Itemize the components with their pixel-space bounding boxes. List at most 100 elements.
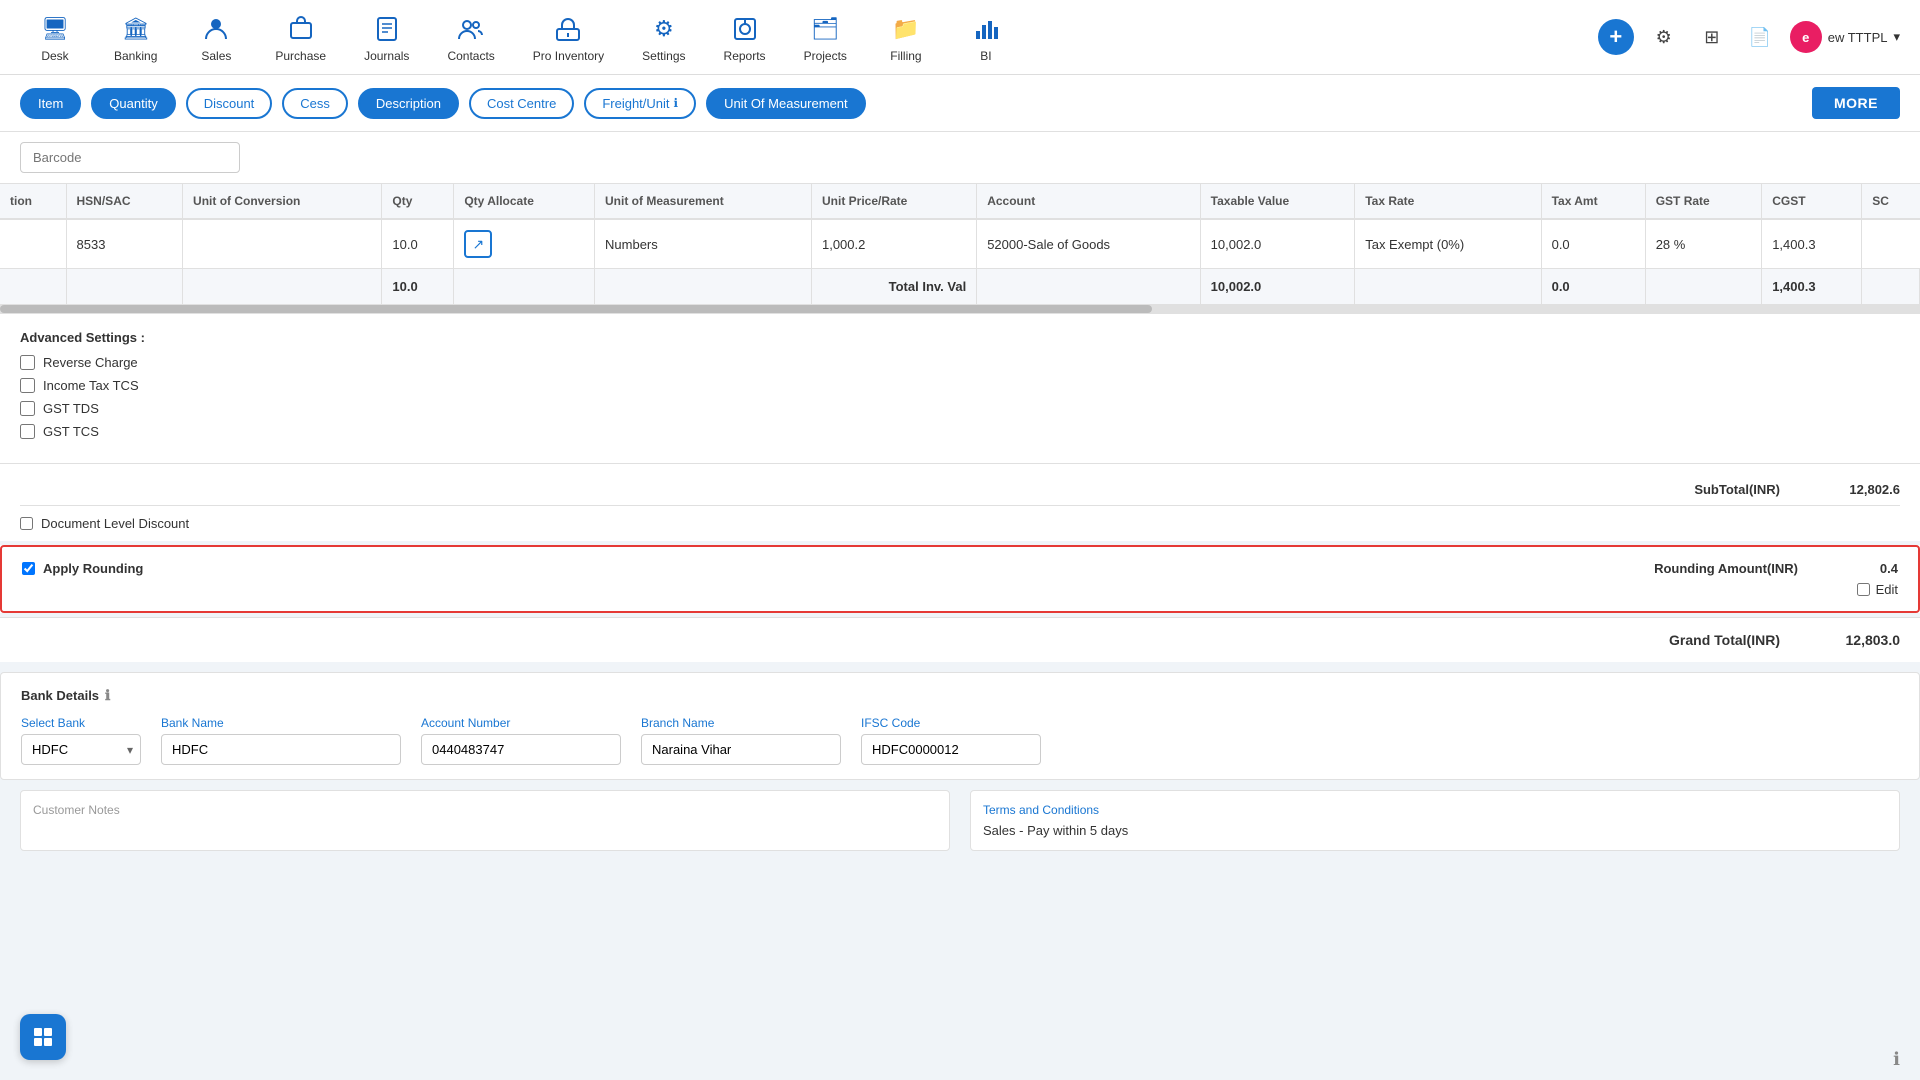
qty-allocate-link-button[interactable]: ↗ xyxy=(464,230,492,258)
tab-cess[interactable]: Cess xyxy=(282,88,348,119)
tab-description[interactable]: Description xyxy=(358,88,459,119)
total-taxable-value: 10,002.0 xyxy=(1200,269,1355,305)
doc-discount-checkbox[interactable] xyxy=(20,517,33,530)
cell-sc xyxy=(1862,219,1920,269)
income-tax-tcs-checkbox[interactable] xyxy=(20,378,35,393)
rounding-right: Rounding Amount(INR) 0.4 Edit xyxy=(1654,561,1898,597)
gst-tcs-row: GST TCS xyxy=(20,424,1900,439)
sidebar-item-desk[interactable]: 🖥 Desk xyxy=(20,3,90,71)
projects-label: Projects xyxy=(804,49,847,63)
total-label: Total Inv. Val xyxy=(811,269,976,305)
chevron-down-icon: ▾ xyxy=(1893,29,1900,45)
banking-label: Banking xyxy=(114,49,157,63)
more-button[interactable]: MORE xyxy=(1812,87,1900,119)
total-hsn xyxy=(66,269,183,305)
gst-tds-row: GST TDS xyxy=(20,401,1900,416)
edit-label: Edit xyxy=(1876,582,1898,597)
avatar: e xyxy=(1790,21,1822,53)
tab-quantity[interactable]: Quantity xyxy=(91,88,175,119)
col-tax-amt: Tax Amt xyxy=(1541,184,1645,219)
total-cgst: 1,400.3 xyxy=(1762,269,1862,305)
sidebar-item-banking[interactable]: 🏛 Banking xyxy=(100,3,171,71)
reverse-charge-row: Reverse Charge xyxy=(20,355,1900,370)
sidebar-item-filling[interactable]: 📁 Filling xyxy=(871,3,941,71)
bank-details-title: Bank Details ℹ xyxy=(21,687,1899,704)
tab-cost-centre[interactable]: Cost Centre xyxy=(469,88,574,119)
bank-info-icon: ℹ xyxy=(105,687,110,704)
total-unit-meas xyxy=(595,269,812,305)
sidebar-item-contacts[interactable]: Contacts xyxy=(433,3,508,71)
ifsc-code-input[interactable] xyxy=(861,734,1041,765)
add-button[interactable]: + xyxy=(1598,19,1634,55)
settings-gear-button[interactable]: ⚙ xyxy=(1646,19,1682,55)
banking-icon: 🏛 xyxy=(118,11,154,47)
nav-right: + ⚙ ⊞ 📄 e ew TTTPL ▾ xyxy=(1598,19,1900,55)
ifsc-code-label: IFSC Code xyxy=(861,716,1041,730)
user-profile[interactable]: e ew TTTPL ▾ xyxy=(1790,21,1900,53)
sidebar-item-journals[interactable]: Journals xyxy=(350,3,423,71)
doc-discount-row: Document Level Discount xyxy=(20,506,1900,541)
account-number-field: Account Number xyxy=(421,716,621,765)
reverse-charge-checkbox[interactable] xyxy=(20,355,35,370)
bank-name-input[interactable] xyxy=(161,734,401,765)
gst-tds-label: GST TDS xyxy=(43,401,99,416)
apply-rounding-label: Apply Rounding xyxy=(43,561,143,576)
terms-section: Terms and Conditions Sales - Pay within … xyxy=(970,790,1900,851)
bank-name-field: Bank Name xyxy=(161,716,401,765)
tab-freight-unit[interactable]: Freight/Unit ℹ xyxy=(584,88,696,119)
document-button[interactable]: 📄 xyxy=(1742,19,1778,55)
branch-name-field: Branch Name xyxy=(641,716,841,765)
subtotal-value: 12,802.6 xyxy=(1820,482,1900,497)
terms-label: Terms and Conditions xyxy=(983,803,1887,817)
customer-notes-label: Customer Notes xyxy=(33,803,937,817)
barcode-input[interactable] xyxy=(20,142,240,173)
horizontal-scrollbar[interactable] xyxy=(0,305,1920,313)
bank-fields: Select Bank HDFC ▾ Bank Name Account Num… xyxy=(21,716,1899,765)
pro-inventory-label: Pro Inventory xyxy=(533,49,604,63)
cell-account: 52000-Sale of Goods xyxy=(977,219,1200,269)
apply-rounding-checkbox[interactable] xyxy=(22,562,35,575)
edit-rounding-checkbox[interactable] xyxy=(1857,583,1870,596)
sidebar-item-purchase[interactable]: Purchase xyxy=(261,3,340,71)
branch-name-input[interactable] xyxy=(641,734,841,765)
grid-view-button[interactable]: ⊞ xyxy=(1694,19,1730,55)
total-qty: 10.0 xyxy=(382,269,454,305)
settings-icon: ⚙ xyxy=(646,11,682,47)
total-sc xyxy=(1862,269,1920,305)
gst-tcs-checkbox[interactable] xyxy=(20,424,35,439)
sidebar-item-bi[interactable]: BI xyxy=(951,3,1021,71)
tab-discount[interactable]: Discount xyxy=(186,88,273,119)
cell-qty-allocate[interactable]: ↗ xyxy=(454,219,595,269)
total-unit-conv xyxy=(183,269,382,305)
cell-cgst: 1,400.3 xyxy=(1762,219,1862,269)
filter-bar: Item Quantity Discount Cess Description … xyxy=(0,75,1920,132)
income-tax-tcs-row: Income Tax TCS xyxy=(20,378,1900,393)
journals-label: Journals xyxy=(364,49,409,63)
user-name: ew TTTPL xyxy=(1828,30,1888,45)
sales-label: Sales xyxy=(201,49,231,63)
tab-unit-of-measurement[interactable]: Unit Of Measurement xyxy=(706,88,866,119)
sidebar-item-pro-inventory[interactable]: Pro Inventory xyxy=(519,3,618,71)
total-gst-rate xyxy=(1645,269,1762,305)
top-navigation: 🖥 Desk 🏛 Banking Sales Purchas xyxy=(0,0,1920,75)
bi-label: BI xyxy=(980,49,991,63)
col-unit-measurement: Unit of Measurement xyxy=(595,184,812,219)
sidebar-item-sales[interactable]: Sales xyxy=(181,3,251,71)
desk-icon: 🖥 xyxy=(37,11,73,47)
table-row[interactable]: 8533 10.0 ↗ Numbers 1,000.2 52000-Sale o… xyxy=(0,219,1920,269)
col-hsn-sac: HSN/SAC xyxy=(66,184,183,219)
grand-total-value: 12,803.0 xyxy=(1820,632,1900,648)
account-number-input[interactable] xyxy=(421,734,621,765)
gst-tds-checkbox[interactable] xyxy=(20,401,35,416)
sidebar-item-reports[interactable]: Reports xyxy=(710,3,780,71)
info-circle-icon[interactable]: ℹ xyxy=(1893,1049,1900,1070)
scroll-thumb[interactable] xyxy=(0,305,1152,313)
cell-unit-measurement: Numbers xyxy=(595,219,812,269)
bottom-grid-button[interactable] xyxy=(20,1014,66,1060)
select-bank-select[interactable]: HDFC xyxy=(21,734,141,765)
tab-item[interactable]: Item xyxy=(20,88,81,119)
ifsc-code-field: IFSC Code xyxy=(861,716,1041,765)
sidebar-item-projects[interactable]: 🗂 Projects xyxy=(790,3,861,71)
total-account xyxy=(977,269,1200,305)
sidebar-item-settings[interactable]: ⚙ Settings xyxy=(628,3,699,71)
